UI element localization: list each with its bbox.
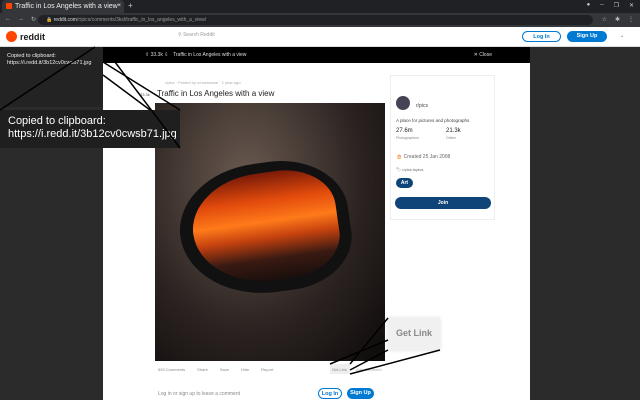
- post-score: 33.3k: [140, 92, 150, 97]
- comment-login-button[interactable]: Log In: [318, 388, 342, 399]
- post-actions: 593 Comments Share Save Hide Report: [158, 367, 273, 372]
- extension-icon[interactable]: ✱: [615, 16, 620, 23]
- report-button[interactable]: Report: [261, 367, 273, 372]
- post-title: Traffic in Los Angeles with a view: [157, 89, 275, 98]
- members-count: 27.6m: [396, 128, 413, 134]
- url-input[interactable]: 🔒 reddit.com/r/pics/comments/3ksl/traffi…: [38, 15, 593, 25]
- reddit-header: reddit ⚲ Search Reddit Log In Sign Up ⌄: [0, 27, 640, 47]
- tab-title: Traffic in Los Angeles with a view: [15, 3, 118, 10]
- browser-tab[interactable]: Traffic in Los Angeles with a view ×: [2, 0, 124, 13]
- star-icon[interactable]: ☆: [602, 16, 607, 23]
- account-icon[interactable]: ●: [587, 2, 591, 9]
- tab-bar: Traffic in Los Angeles with a view × + ● –…: [0, 0, 640, 13]
- search-input[interactable]: ⚲ Search Reddit: [178, 32, 215, 38]
- address-bar-row: ← → ↻ 🔒 reddit.com/r/pics/comments/3ksl/tr…: [0, 13, 640, 27]
- vote-count: ⇧ 33.3k ⇩: [145, 52, 169, 58]
- url-domain: reddit.com: [53, 17, 77, 23]
- reddit-favicon-icon: [6, 3, 12, 9]
- post-meta: r/pics · Posted by u/username · 1 year a…: [165, 80, 241, 85]
- save-button[interactable]: Save: [220, 367, 229, 372]
- subreddit-description: A place for pictures and photographs: [396, 118, 470, 123]
- subreddit-name[interactable]: r/pics: [416, 103, 428, 109]
- close-button[interactable]: ✕ Close: [474, 52, 492, 58]
- maximize-icon[interactable]: ❐: [614, 2, 619, 9]
- join-button[interactable]: Join: [395, 197, 491, 209]
- flair-art[interactable]: Art: [396, 178, 413, 188]
- reload-icon[interactable]: ↻: [31, 16, 36, 23]
- post-image[interactable]: [155, 103, 385, 361]
- clipboard-toast: Copied to clipboard: https://i.redd.it/3b…: [0, 47, 103, 107]
- created-date: 🎂 Created 25 Jan 2008: [396, 154, 451, 160]
- subreddit-card: r/pics A place for pictures and photogra…: [390, 75, 495, 220]
- search-placeholder: Search Reddit: [183, 32, 215, 38]
- share-button[interactable]: Share: [197, 367, 208, 372]
- post-top-bar: ⇧ 33.3k ⇩ Traffic in Los Angeles with a …: [103, 47, 530, 63]
- reddit-alien-icon: [6, 31, 17, 42]
- comments-button[interactable]: 593 Comments: [158, 367, 185, 372]
- reddit-logo[interactable]: reddit: [6, 31, 45, 42]
- toast-url-magnified: https://i.redd.it/3b12cv0cwsb71.jpg: [8, 128, 177, 140]
- login-prompt: Log in or sign up to leave a comment: [158, 391, 240, 397]
- toast-label-magnified: Copied to clipboard:: [8, 115, 106, 127]
- cake-icon: 🎂: [396, 154, 404, 160]
- back-icon[interactable]: ←: [5, 16, 11, 23]
- topics: 🏷 r/pics topics: [396, 167, 424, 172]
- get-link-magnified: Get Link: [388, 318, 440, 350]
- minimize-icon[interactable]: –: [600, 2, 603, 9]
- members-label: Photographers: [396, 136, 419, 140]
- get-link-button[interactable]: Get Link: [330, 364, 350, 374]
- menu-icon[interactable]: ⋮: [628, 16, 634, 23]
- clipboard-toast-magnified: Copied to clipboard: https://i.redd.it/3b…: [0, 110, 180, 148]
- subreddit-avatar: [396, 96, 410, 110]
- online-label: Online: [446, 136, 457, 140]
- postbar-title: Traffic in Los Angeles with a view: [173, 52, 247, 58]
- online-count: 21.3k: [446, 128, 461, 134]
- close-tab-icon[interactable]: ×: [117, 0, 121, 13]
- comment-signup-button[interactable]: Sign Up: [347, 388, 374, 399]
- close-window-icon[interactable]: ✕: [629, 2, 634, 9]
- signup-button[interactable]: Sign Up: [567, 31, 607, 42]
- new-tab-icon[interactable]: +: [128, 1, 133, 10]
- window-controls: ● – ❐ ✕: [587, 2, 634, 9]
- hide-button[interactable]: Hide: [241, 367, 249, 372]
- toast-url: https://i.redd.it/3b12cv0cwsb71.jpg: [7, 60, 92, 66]
- add-comment-button[interactable]: Add Comment: [356, 367, 382, 372]
- toast-label: Copied to clipboard:: [7, 53, 56, 59]
- chevron-down-icon[interactable]: ⌄: [620, 33, 624, 39]
- brand-text: reddit: [20, 31, 46, 42]
- forward-icon[interactable]: →: [18, 16, 24, 23]
- login-button[interactable]: Log In: [522, 31, 561, 42]
- url-path: /r/pics/comments/3ksl/traffic_in_los_ang…: [76, 17, 207, 23]
